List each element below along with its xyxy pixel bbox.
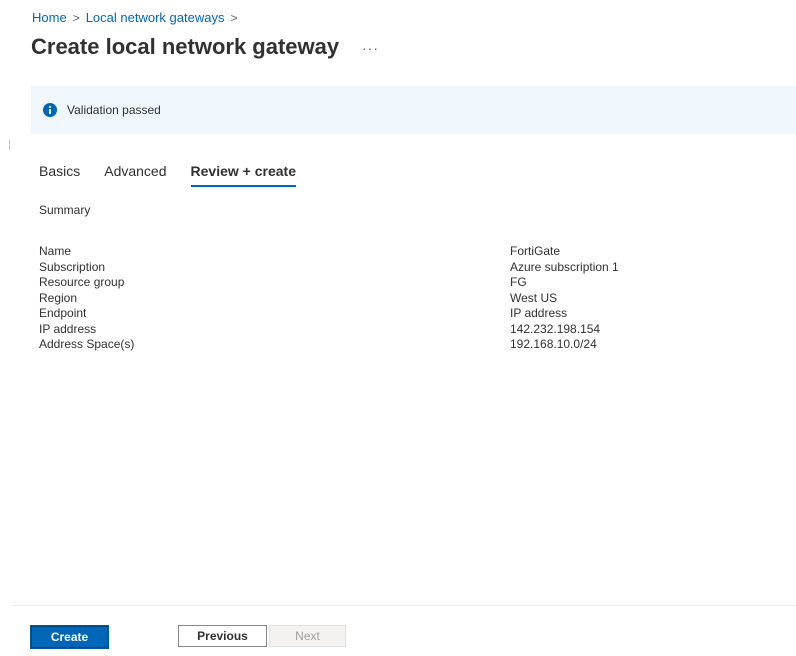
summary-row: Address Space(s) 192.168.10.0/24 — [39, 337, 739, 353]
summary-value: IP address — [510, 306, 568, 320]
summary-key: Address Space(s) — [39, 337, 135, 351]
summary-row: Name FortiGate — [39, 244, 739, 260]
footer-divider — [12, 605, 796, 606]
summary-value: FortiGate — [510, 244, 561, 258]
summary-key: Endpoint — [39, 306, 87, 320]
summary-row: Subscription Azure subscription 1 — [39, 260, 739, 276]
resize-handle[interactable] — [9, 140, 10, 150]
more-options-button[interactable]: ··· — [362, 40, 379, 56]
summary-value: 192.168.10.0/24 — [510, 337, 597, 351]
summary-table: Name FortiGate Subscription Azure subscr… — [39, 244, 739, 353]
create-button[interactable]: Create — [30, 625, 109, 649]
next-button[interactable]: Next — [269, 625, 346, 647]
breadcrumb-local-network-gateways[interactable]: Local network gateways — [86, 10, 225, 25]
summary-key: Subscription — [39, 259, 106, 274]
info-icon — [43, 103, 57, 117]
tab-advanced[interactable]: Advanced — [104, 163, 166, 187]
summary-key: Region — [39, 290, 78, 305]
breadcrumb-separator: > — [72, 10, 80, 25]
summary-value: Azure subscription 1 — [510, 259, 619, 274]
summary-key: IP address — [39, 321, 97, 336]
summary-row: Endpoint IP address — [39, 306, 739, 322]
banner-text: Validation passed — [67, 103, 161, 117]
summary-row: Resource group FG — [39, 275, 739, 291]
previous-button[interactable]: Previous — [178, 625, 267, 647]
breadcrumb: Home > Local network gateways > — [32, 10, 243, 25]
breadcrumb-separator: > — [230, 10, 238, 25]
summary-value: West US — [510, 290, 558, 305]
summary-row: IP address 142.232.198.154 — [39, 322, 739, 338]
left-edge — [0, 0, 12, 656]
tab-basics[interactable]: Basics — [39, 163, 80, 187]
tab-review-create[interactable]: Review + create — [190, 163, 297, 187]
summary-value: 142.232.198.154 — [510, 321, 601, 336]
summary-value: FG — [510, 275, 527, 289]
breadcrumb-home[interactable]: Home — [32, 10, 67, 25]
summary-key: Name — [39, 244, 72, 258]
summary-row: Region West US — [39, 291, 739, 307]
wizard-tabs: Basics Advanced Review + create — [39, 163, 320, 187]
summary-heading: Summary — [39, 203, 91, 217]
summary-key: Resource group — [39, 275, 125, 289]
page-title: Create local network gateway — [31, 34, 340, 59]
validation-banner: Validation passed — [31, 86, 796, 134]
